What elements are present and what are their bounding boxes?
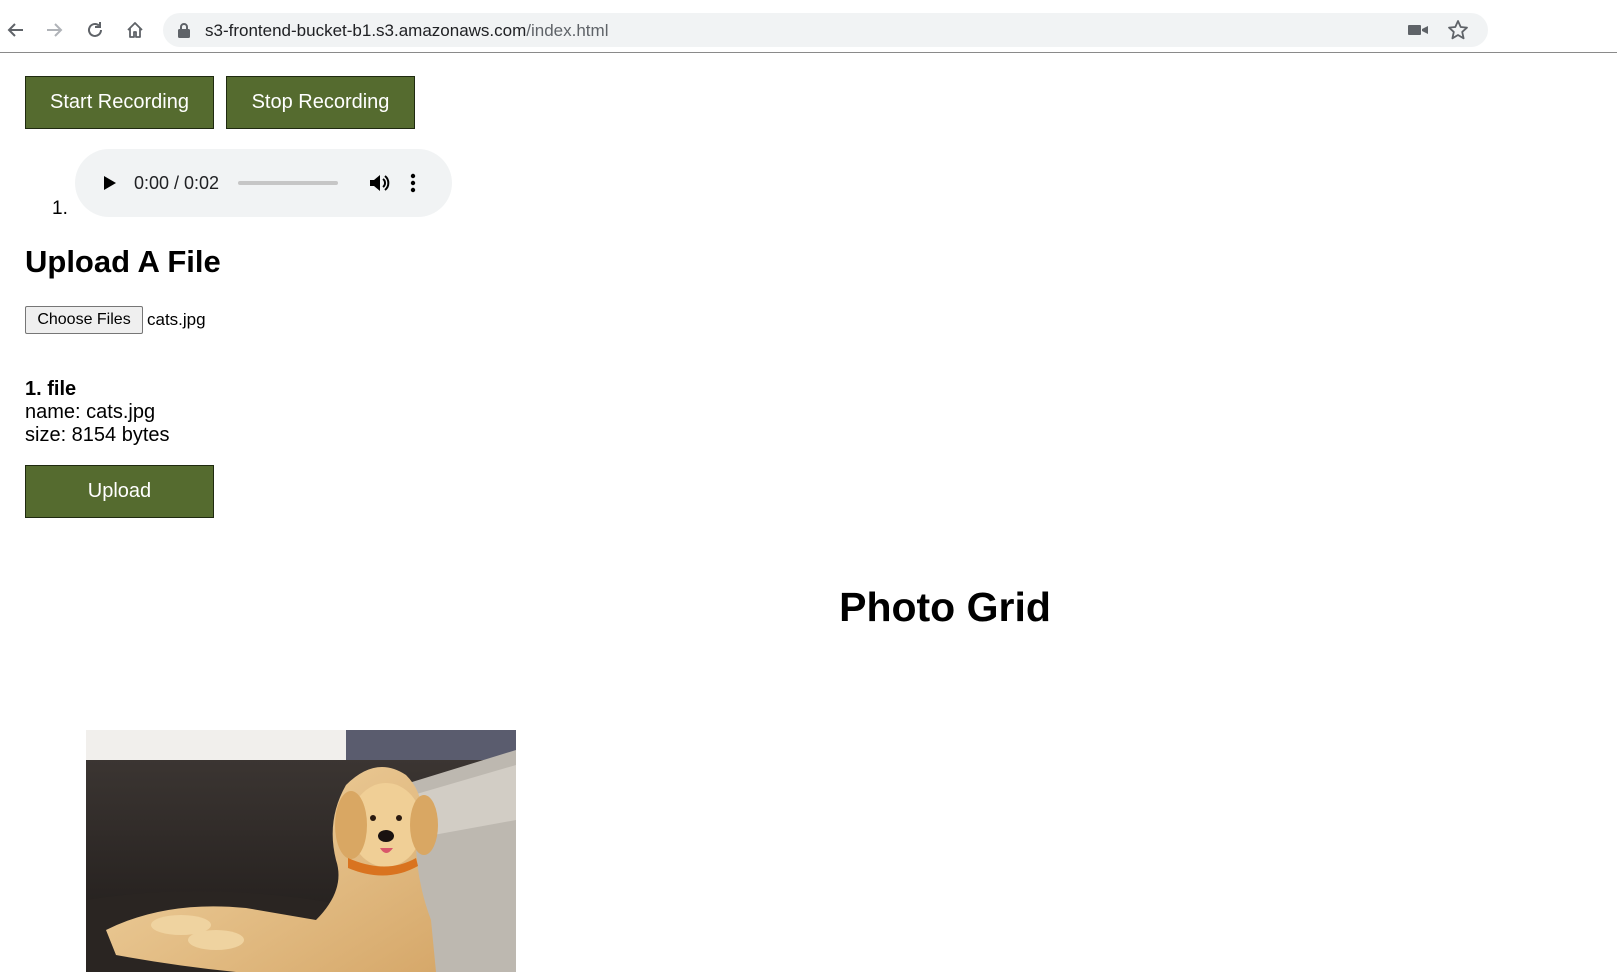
- list-item-number: 1.: [52, 198, 68, 219]
- url-host: s3-frontend-bucket-b1.s3.amazonaws.com: [205, 21, 527, 40]
- dog-photo-image: [86, 730, 516, 972]
- forward-arrow-icon: [47, 23, 63, 37]
- url-text: s3-frontend-bucket-b1.s3.amazonaws.com/i…: [205, 21, 608, 40]
- file-info: 1. file name: cats.jpg size: 8154 bytes: [25, 378, 170, 447]
- stop-recording-button[interactable]: Stop Recording: [226, 76, 415, 129]
- play-icon[interactable]: [100, 174, 118, 192]
- reload-icon: [88, 22, 102, 37]
- audio-progress-slider[interactable]: [238, 181, 338, 185]
- forward-button[interactable]: [38, 14, 70, 46]
- start-recording-button[interactable]: Start Recording: [25, 76, 214, 129]
- camera-icon[interactable]: [1407, 21, 1429, 39]
- lock-icon: [178, 23, 190, 38]
- photo-thumbnail[interactable]: [86, 730, 516, 972]
- upload-button[interactable]: Upload: [25, 465, 214, 518]
- audio-time: 0:00 / 0:02: [134, 173, 220, 193]
- choose-files-button[interactable]: Choose Files: [25, 306, 143, 334]
- audio-player[interactable]: 0:00 / 0:02: [75, 149, 452, 217]
- address-bar[interactable]: s3-frontend-bucket-b1.s3.amazonaws.com/i…: [163, 13, 1488, 47]
- home-icon: [127, 22, 143, 38]
- file-entry-size: size: 8154 bytes: [25, 424, 170, 446]
- volume-icon[interactable]: [368, 172, 390, 194]
- back-button[interactable]: [0, 14, 32, 46]
- file-entry-name: name: cats.jpg: [25, 401, 156, 423]
- browser-toolbar: s3-frontend-bucket-b1.s3.amazonaws.com/i…: [0, 0, 1617, 53]
- star-icon[interactable]: [1447, 19, 1469, 41]
- file-entry-title: 1. file: [25, 378, 77, 400]
- home-button[interactable]: [119, 14, 151, 46]
- url-path: /index.html: [526, 21, 609, 40]
- more-options-icon[interactable]: [409, 172, 417, 194]
- chosen-file-name: cats.jpg: [147, 310, 206, 329]
- photo-grid-heading: Photo Grid: [839, 584, 1051, 630]
- upload-heading: Upload A File: [25, 244, 221, 279]
- reload-button[interactable]: [79, 14, 111, 46]
- back-arrow-icon: [7, 23, 23, 37]
